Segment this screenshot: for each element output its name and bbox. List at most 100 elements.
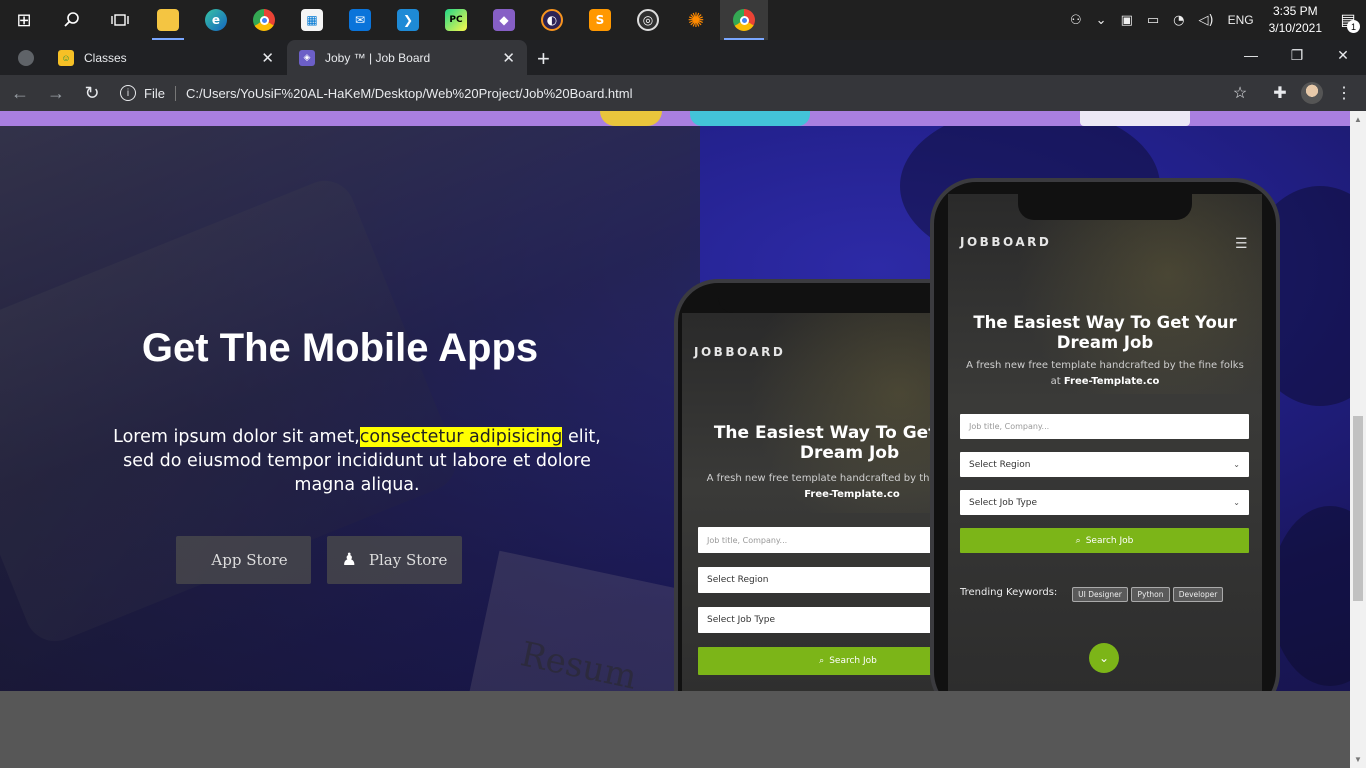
scrollbar-thumb[interactable] (1353, 416, 1363, 601)
tab-classes[interactable]: ☺ Classes ✕ (46, 40, 286, 75)
language-indicator[interactable]: ENG (1221, 13, 1261, 27)
taskbar-chrome-active[interactable] (720, 0, 768, 40)
camera-icon[interactable]: ▣ (1114, 13, 1140, 28)
close-icon[interactable]: ✕ (261, 49, 274, 67)
phone-search-label: Search Job (1085, 535, 1134, 546)
task-view-button[interactable] (96, 0, 144, 40)
play-store-label: Play Store (368, 551, 448, 569)
arrow-left-icon: ← (11, 82, 29, 103)
restore-button[interactable]: ❐ (1274, 40, 1320, 70)
task-view-icon (111, 14, 129, 26)
keyword-chip[interactable]: Developer (1173, 587, 1223, 602)
search-icon: ⌕ (1075, 535, 1081, 546)
next-section (0, 691, 1350, 768)
scroll-down-button[interactable]: ⌄ (1089, 643, 1119, 673)
new-tab-button[interactable]: + (537, 46, 550, 72)
tab-title: Classes (84, 50, 127, 65)
url-scheme-label: File (144, 85, 176, 101)
address-bar[interactable]: i File C:/Users/YoUsiF%20AL-HaKeM/Deskto… (110, 79, 1260, 107)
avatar (1301, 82, 1323, 104)
taskbar-eclipse[interactable]: ◐ (528, 0, 576, 40)
clock-date: 3/10/2021 (1268, 21, 1322, 35)
job-type-select-value: Select Job Type (969, 497, 1038, 508)
taskbar-visual-studio[interactable]: ◆ (480, 0, 528, 40)
chrome-profile-icon[interactable] (18, 50, 34, 66)
window-close-button[interactable]: ✕ (1320, 40, 1366, 70)
url-text[interactable]: C:/Users/YoUsiF%20AL-HaKeM/Desktop/Web%2… (186, 86, 633, 101)
phone-region-select[interactable]: Select Region ⌄ (960, 452, 1249, 477)
keyword-chip[interactable]: UI Designer (1072, 587, 1128, 602)
puzzle-icon: ✚ (1273, 85, 1287, 102)
taskbar-obs[interactable]: ◎ (624, 0, 672, 40)
scroll-up-icon[interactable]: ▲ (1350, 111, 1366, 128)
app-store-button[interactable]: App Store (176, 536, 311, 584)
section-description: Lorem ipsum dolor sit amet,consectetur a… (107, 425, 607, 497)
search-button[interactable] (48, 0, 96, 40)
phone-mockup-front: JOBBOARD ☰ The Easiest Way To Get Your D… (930, 178, 1280, 691)
taskbar-mail[interactable]: ✉ (336, 0, 384, 40)
previous-section-strip (0, 111, 1350, 126)
clock[interactable]: 3:35 PM 3/10/2021 (1261, 3, 1330, 37)
sun-icon: ✺ (687, 8, 705, 32)
volume-icon[interactable]: ◁) (1192, 13, 1221, 28)
people-icon[interactable]: ⚇ (1063, 13, 1089, 28)
taskbar-pycharm[interactable]: PC (432, 0, 480, 40)
page-scrollbar[interactable]: ▲ ▼ (1350, 111, 1366, 768)
page-viewport: Resum Get The Mobile Apps Lorem ipsum do… (0, 111, 1350, 768)
browser-tabstrip: ☺ Classes ✕ ◈ Joby ™ | Job Board ✕ + — ❐… (0, 40, 1366, 75)
phone-search-input[interactable]: Job title, Company... (960, 414, 1249, 439)
minimize-icon: — (1244, 47, 1258, 63)
tab-title: Joby ™ | Job Board (325, 50, 431, 65)
forward-button[interactable]: → (40, 77, 72, 109)
decoration-shape (600, 111, 662, 126)
phone-search-button[interactable]: ⌕ Search Job (960, 528, 1249, 553)
phone-job-type-select[interactable]: Select Job Type ⌄ (960, 490, 1249, 515)
store-icon: ▦ (301, 9, 323, 31)
back-button[interactable]: ← (4, 77, 36, 109)
scroll-down-icon[interactable]: ▼ (1350, 751, 1366, 768)
profile-button[interactable] (1296, 75, 1328, 111)
visual-studio-icon: ◆ (493, 9, 515, 31)
play-store-button[interactable]: ♟ Play Store (327, 536, 462, 584)
taskbar-app-sun[interactable]: ✺ (672, 0, 720, 40)
taskbar-sublime[interactable]: S (576, 0, 624, 40)
notification-center-button[interactable]: ▤ 1 (1330, 0, 1366, 40)
browser-toolbar: ← → ↻ i File C:/Users/YoUsiF%20AL-HaKeM/… (0, 75, 1366, 111)
taskbar-store[interactable]: ▦ (288, 0, 336, 40)
windows-taskbar: ⊞ e ▦ ✉ ❯ PC ◆ ◐ S ◎ ✺ ⚇ ⌄ ▣ ▭ ◔ ◁) ENG … (0, 0, 1366, 40)
phone-notch (1018, 194, 1192, 220)
mobile-apps-section: Resum Get The Mobile Apps Lorem ipsum do… (0, 126, 1350, 691)
close-icon[interactable]: ✕ (502, 49, 515, 67)
app-brand: JOBBOARD (960, 235, 1052, 249)
menu-button[interactable]: ⋮ (1328, 75, 1360, 111)
taskbar-chrome[interactable] (240, 0, 288, 40)
notification-count: 1 (1347, 20, 1360, 33)
phone-screen: JOBBOARD ☰ The Easiest Way To Get Your D… (948, 194, 1262, 691)
reload-button[interactable]: ↻ (76, 77, 108, 109)
wifi-icon[interactable]: ◔ (1166, 13, 1191, 28)
chevron-down-icon: ⌄ (1233, 460, 1240, 469)
chrome-icon (253, 9, 275, 31)
vscode-icon: ❯ (397, 9, 419, 31)
taskbar-vscode[interactable]: ❯ (384, 0, 432, 40)
extensions-button[interactable]: ✚ (1264, 75, 1296, 111)
minimize-button[interactable]: — (1228, 40, 1274, 70)
mail-icon: ✉ (349, 9, 371, 31)
info-icon[interactable]: i (120, 85, 136, 101)
app-store-label: App Store (211, 551, 288, 569)
start-button[interactable]: ⊞ (0, 0, 48, 40)
classroom-favicon-icon: ☺ (58, 49, 74, 66)
hamburger-menu-icon[interactable]: ☰ (1235, 235, 1248, 252)
keyword-chip[interactable]: Python (1131, 587, 1170, 602)
battery-icon[interactable]: ▭ (1140, 13, 1166, 28)
windows-logo-icon: ⊞ (16, 9, 32, 31)
bookmark-button[interactable]: ☆ (1224, 75, 1256, 111)
chrome-icon (733, 9, 755, 31)
tab-job-board[interactable]: ◈ Joby ™ | Job Board ✕ (287, 40, 527, 75)
chevron-up-icon[interactable]: ⌄ (1089, 13, 1114, 28)
trending-label: Trending Keywords: (960, 587, 1058, 598)
page-favicon-icon: ◈ (299, 49, 315, 66)
taskbar-file-explorer[interactable] (144, 0, 192, 40)
phone-subheading: A fresh new free template handcrafted by… (960, 358, 1250, 390)
taskbar-edge[interactable]: e (192, 0, 240, 40)
